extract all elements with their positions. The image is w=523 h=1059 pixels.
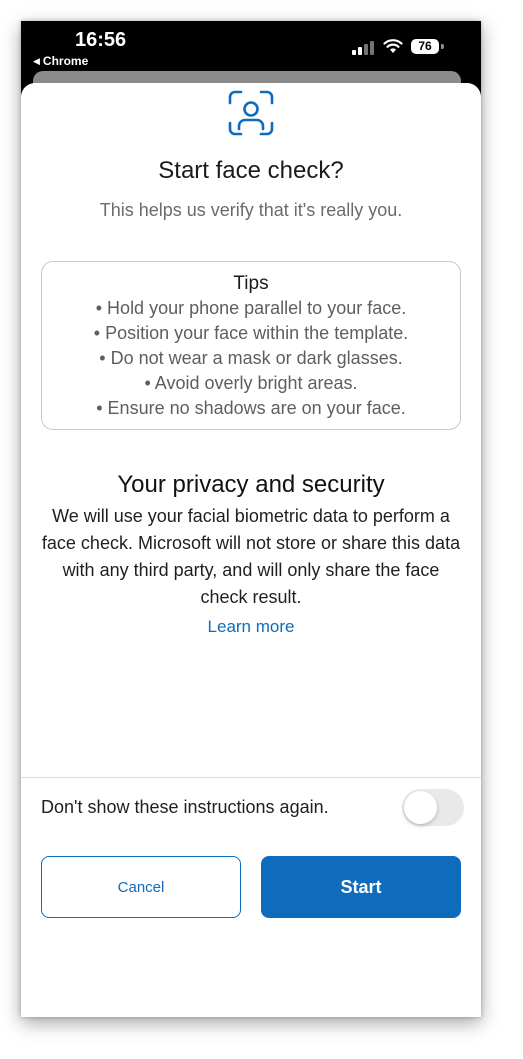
- tips-list: • Hold your phone parallel to your face.…: [42, 296, 460, 421]
- tip-item: • Avoid overly bright areas.: [144, 373, 358, 393]
- back-arrow-icon: ◀: [33, 55, 40, 66]
- start-button[interactable]: Start: [261, 856, 461, 918]
- dont-show-again-toggle[interactable]: [402, 789, 464, 826]
- wifi-icon: [383, 39, 403, 53]
- privacy-body: We will use your facial biometric data t…: [41, 506, 461, 607]
- battery-icon: 76: [411, 39, 439, 54]
- tip-item: • Do not wear a mask or dark glasses.: [99, 348, 403, 368]
- tips-box: Tips • Hold your phone parallel to your …: [41, 261, 461, 430]
- back-app-label: Chrome: [42, 54, 89, 68]
- back-to-app-link[interactable]: ◀ Chrome: [33, 54, 88, 68]
- tips-title: Tips: [233, 273, 269, 294]
- dialog-subtitle: This helps us verify that it's really yo…: [99, 200, 403, 220]
- divider: [21, 777, 481, 778]
- toggle-knob: [404, 791, 437, 824]
- tip-item: • Ensure no shadows are on your face.: [96, 398, 406, 418]
- face-check-dialog: Start face check? This helps us verify t…: [21, 83, 481, 1017]
- battery-tip: [441, 44, 444, 49]
- signal-icon: [352, 41, 376, 55]
- tip-item: • Hold your phone parallel to your face.: [95, 298, 407, 318]
- dialog-title: Start face check?: [158, 157, 344, 184]
- privacy-title: Your privacy and security: [117, 471, 385, 498]
- dont-show-again-label: Don't show these instructions again.: [41, 797, 329, 817]
- tip-item: • Position your face within the template…: [93, 323, 409, 343]
- learn-more-link[interactable]: Learn more: [21, 617, 481, 637]
- face-scan-icon: [228, 90, 274, 136]
- status-time: 16:56: [75, 29, 127, 51]
- phone-screen: 16:56 ◀ Chrome 76 Start face check? This…: [21, 21, 481, 1017]
- cancel-button[interactable]: Cancel: [41, 856, 241, 918]
